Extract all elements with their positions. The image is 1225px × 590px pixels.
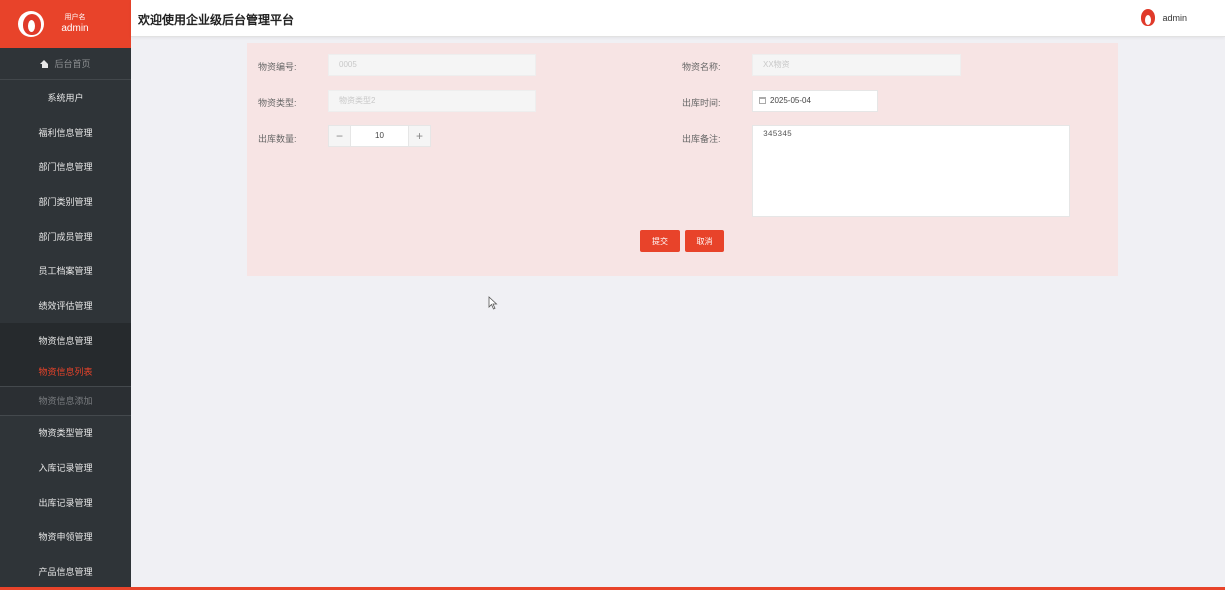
- sidebar-user-info: 用户名 admin: [60, 14, 90, 34]
- decrement-button[interactable]: −: [329, 126, 351, 146]
- submit-button[interactable]: 提交: [640, 230, 680, 252]
- name-field: XX物资: [752, 54, 961, 76]
- sidebar-item-outbound-records[interactable]: 出库记录管理: [0, 485, 131, 520]
- sidebar-item-products[interactable]: 产品信息管理: [0, 554, 131, 589]
- home-icon: [40, 59, 49, 68]
- sidebar-item-department-info[interactable]: 部门信息管理: [0, 149, 131, 184]
- type-label: 物资类型:: [258, 98, 297, 108]
- sidebar-item-material-types[interactable]: 物资类型管理: [0, 416, 131, 451]
- sidebar-item-performance[interactable]: 绩效评估管理: [0, 288, 131, 323]
- sidebar-item-system-users[interactable]: 系统用户: [0, 80, 131, 115]
- increment-button[interactable]: +: [408, 126, 430, 146]
- type-field: 物资类型2: [328, 90, 536, 112]
- sidebar-item-employee-records[interactable]: 员工档案管理: [0, 253, 131, 288]
- code-label: 物资编号:: [258, 62, 297, 72]
- page-title: 欢迎使用企业级后台管理平台: [138, 13, 295, 27]
- sidebar-item-material-requests[interactable]: 物资申领管理: [0, 520, 131, 555]
- sidebar-item-welfare[interactable]: 福利信息管理: [0, 115, 131, 150]
- sidebar-item-inbound-records[interactable]: 入库记录管理: [0, 450, 131, 485]
- sidebar-user-box: 用户名 admin: [0, 0, 131, 48]
- time-field[interactable]: 2025-05-04: [752, 90, 878, 112]
- sidebar-item-department-members[interactable]: 部门成员管理: [0, 219, 131, 254]
- remark-textarea[interactable]: 345345: [752, 125, 1070, 217]
- avatar: [18, 11, 44, 37]
- sidebar-menu: 后台首页 系统用户 福利信息管理 部门信息管理 部门类别管理 部门成员管理 员工…: [0, 48, 131, 589]
- materials-submenu: 物资信息列表 物资信息添加: [0, 357, 131, 416]
- outbound-form-panel: 物资编号: 0005 物资名称: XX物资 物资类型: 物资类型2 出库时间: …: [247, 43, 1118, 276]
- user-name: admin: [61, 23, 89, 34]
- sidebar-item-home[interactable]: 后台首页: [0, 48, 131, 80]
- name-label: 物资名称:: [682, 62, 721, 72]
- code-field: 0005: [328, 54, 536, 76]
- user-label: 用户名: [64, 14, 86, 21]
- top-header: 欢迎使用企业级后台管理平台 admin: [131, 0, 1225, 37]
- remark-label: 出库备注:: [682, 134, 721, 144]
- quantity-value[interactable]: 10: [351, 126, 408, 146]
- sidebar-item-label: 后台首页: [54, 59, 91, 69]
- avatar: [1139, 9, 1157, 27]
- quantity-stepper: − 10 +: [328, 125, 431, 147]
- header-user-menu[interactable]: admin: [1139, 9, 1187, 27]
- time-label: 出库时间:: [682, 98, 721, 108]
- qty-label: 出库数量:: [258, 134, 297, 144]
- cancel-button[interactable]: 取消: [685, 230, 724, 252]
- submenu-item-materials-list[interactable]: 物资信息列表: [0, 357, 131, 387]
- sidebar-item-department-category[interactable]: 部门类别管理: [0, 184, 131, 219]
- submenu-item-materials-add[interactable]: 物资信息添加: [0, 387, 131, 416]
- sidebar: 用户名 admin 后台首页 系统用户 福利信息管理 部门信息管理 部门类别管理…: [0, 0, 131, 587]
- calendar-icon: [759, 97, 766, 104]
- header-username: admin: [1162, 13, 1187, 23]
- sidebar-item-materials[interactable]: 物资信息管理: [0, 322, 131, 358]
- time-value: 2025-05-04: [770, 96, 811, 105]
